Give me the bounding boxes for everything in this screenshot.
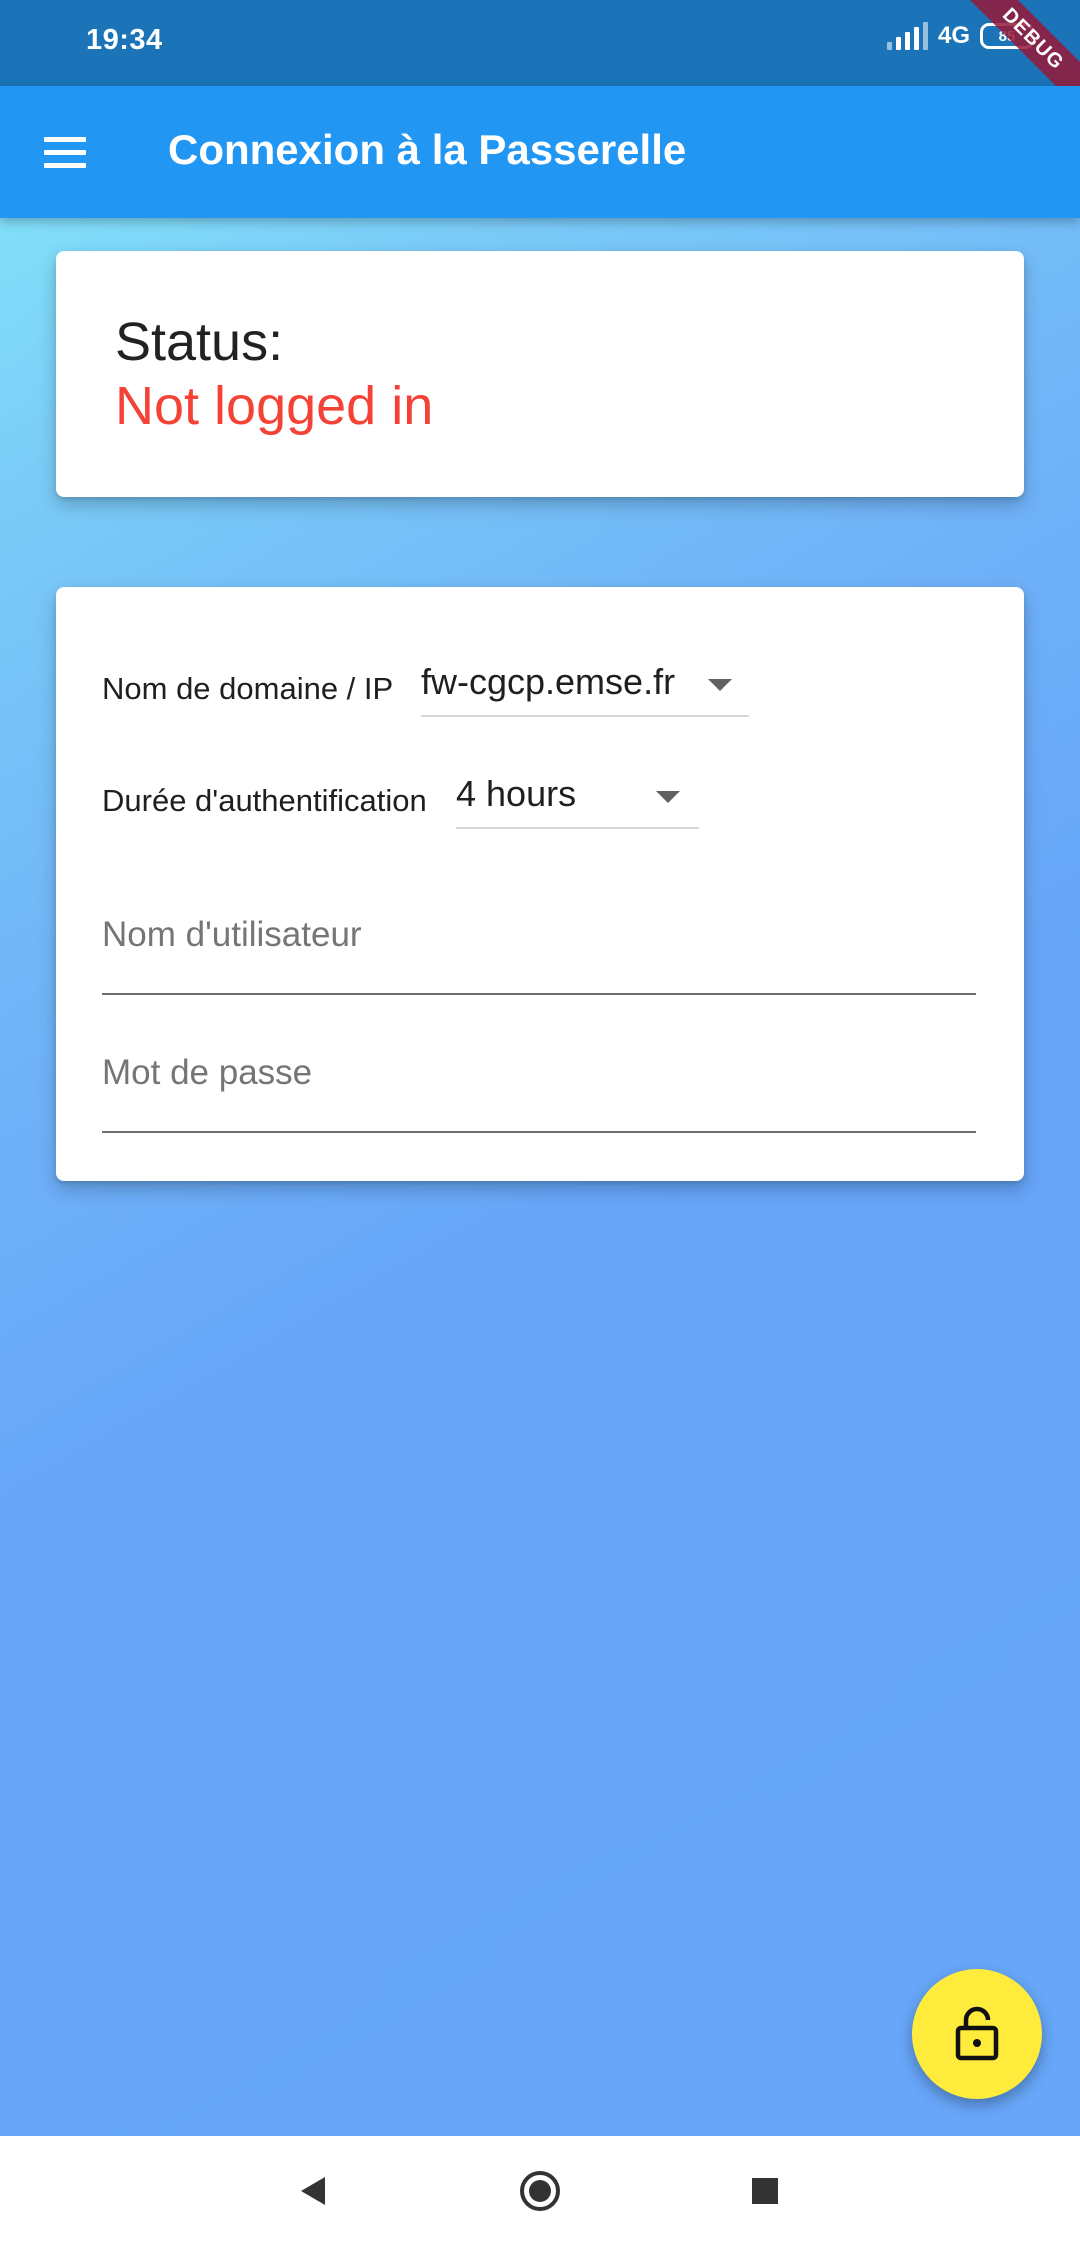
chevron-down-icon [656, 791, 680, 803]
lock-open-icon [955, 2006, 999, 2061]
back-triangle-icon [301, 2177, 325, 2205]
back-button[interactable] [278, 2158, 348, 2224]
domain-selected: fw-cgcp.emse.fr [421, 661, 676, 702]
duration-label: Durée d'authentification [102, 783, 427, 818]
domain-label: Nom de domaine / IP [102, 671, 394, 706]
login-fab-button[interactable] [912, 1969, 1042, 2099]
recents-square-icon [752, 2178, 778, 2204]
signal-icon [886, 22, 928, 50]
home-button[interactable] [505, 2158, 575, 2224]
page-title: Connexion à la Passerelle [168, 126, 687, 173]
network-type: 4G [937, 22, 970, 49]
username-field[interactable] [102, 895, 976, 995]
duration-dropdown[interactable]: 4 hours [456, 769, 699, 829]
chevron-down-icon [708, 679, 732, 691]
system-nav-bar [0, 2136, 1080, 2246]
password-input[interactable] [102, 1053, 976, 1093]
app-screen: 19:34 4G 85 DEBUG Connexion à la Passere… [0, 0, 1080, 2246]
menu-icon[interactable] [30, 120, 100, 184]
status-time: 19:34 [86, 24, 163, 56]
username-input[interactable] [102, 915, 976, 955]
login-form-card: Nom de domaine / IP fw-cgcp.emse.fr Duré… [56, 587, 1024, 1181]
status-card: Status: Not logged in [56, 251, 1024, 497]
password-field[interactable] [102, 1033, 976, 1133]
status-bar: 19:34 4G 85 DEBUG [0, 0, 1080, 119]
app-bar: Connexion à la Passerelle [0, 86, 1080, 218]
duration-selected: 4 hours [456, 773, 577, 814]
recents-button[interactable] [730, 2158, 800, 2224]
status-value: Not logged in [115, 376, 434, 436]
home-circle-icon [520, 2171, 560, 2211]
status-label: Status: [115, 312, 284, 372]
domain-dropdown[interactable]: fw-cgcp.emse.fr [421, 657, 749, 717]
